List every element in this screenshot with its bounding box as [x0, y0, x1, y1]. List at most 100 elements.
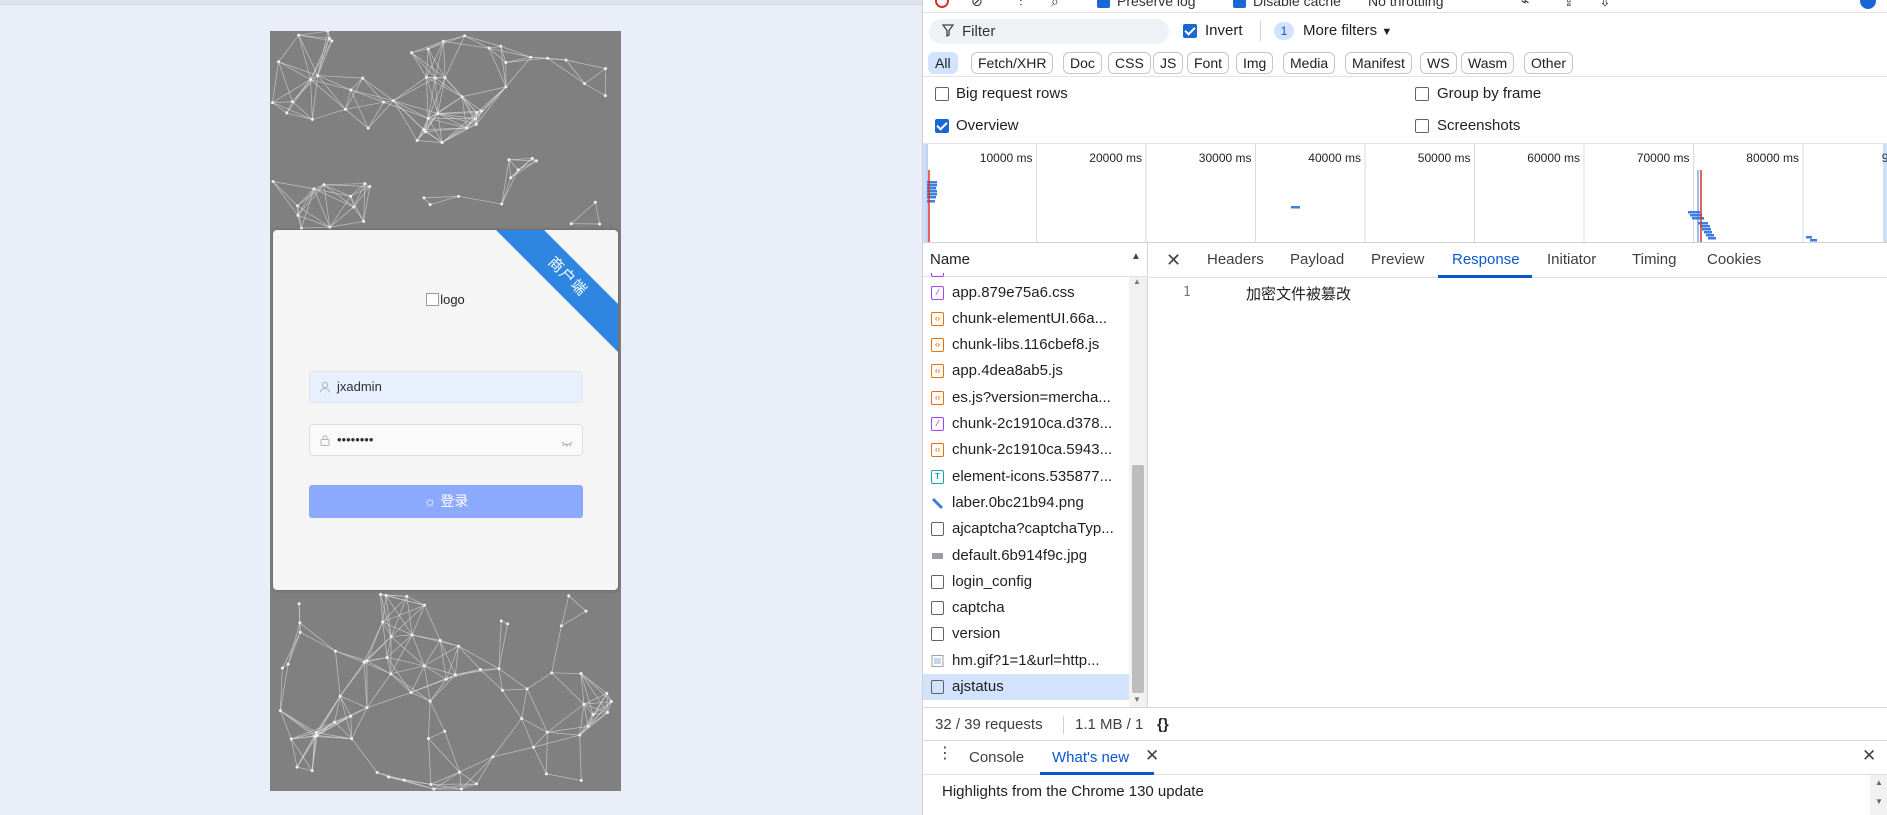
request-row[interactable]: ‹› es.js?version=mercha...	[923, 385, 1129, 411]
type-filter-js[interactable]: JS	[1153, 52, 1184, 74]
whats-new-headline: Highlights from the Chrome 130 update	[942, 783, 1204, 800]
broken-image-icon	[426, 293, 440, 306]
drawer-scrollbar[interactable]: ▲ ▼	[1870, 775, 1887, 815]
export-har-icon[interactable]: ⇩	[1599, 0, 1611, 10]
search-icon[interactable]: ⌕	[1051, 0, 1059, 10]
tab-console[interactable]: Console	[969, 749, 1024, 766]
request-row[interactable]: version	[923, 621, 1129, 647]
import-har-icon[interactable]: ⇪	[1563, 0, 1575, 10]
request-name: login_config	[952, 572, 1033, 590]
throttling-select[interactable]: No throttling	[1368, 0, 1443, 9]
more-tabs-icon[interactable]: ⋮	[937, 746, 953, 762]
request-row[interactable]: ‹› chunk-elementUI.66a...	[923, 306, 1129, 332]
type-filter-ws[interactable]: WS	[1420, 52, 1457, 74]
tab-initiator[interactable]: Initiator	[1547, 251, 1596, 268]
big-request-rows-checkbox[interactable]	[935, 87, 949, 101]
name-column-label: Name	[930, 251, 971, 268]
overview-checkbox[interactable]	[935, 119, 949, 133]
scrollbar-thumb[interactable]	[1132, 465, 1144, 693]
script-icon: ‹›	[931, 338, 944, 353]
filter-toggle-icon[interactable]: ⫶	[1019, 0, 1023, 10]
stylesheet-icon: ⁄	[931, 285, 944, 300]
close-drawer-icon[interactable]: ✕	[1862, 746, 1876, 766]
network-conditions-icon[interactable]: ⌁	[1521, 0, 1529, 10]
request-list: Name ▲ ⁄ app.879e75a6.css ‹› chunk-elementU…	[923, 243, 1148, 707]
group-by-frame-label: Group by frame	[1437, 85, 1542, 102]
filter-input[interactable]: Filter	[929, 19, 1169, 44]
request-name: app.879e75a6.css	[952, 283, 1075, 301]
record-icon[interactable]	[935, 0, 949, 8]
timeline-overview[interactable]: 10000 ms 20000 ms 30000 ms 40000 ms 50000 ms…	[923, 144, 1887, 243]
eye-closed-icon[interactable]	[561, 435, 573, 447]
timeline-request-bar	[1698, 222, 1708, 225]
preserve-log-checkbox[interactable]	[1097, 0, 1110, 8]
scroll-up-icon[interactable]: ▲	[1875, 778, 1883, 787]
request-row[interactable]: ajcaptcha?captchaTyp...	[923, 516, 1129, 542]
settings-gear-icon[interactable]	[1860, 0, 1876, 9]
request-row[interactable]: hm.gif?1=1&url=http...	[923, 648, 1129, 674]
invert-checkbox[interactable]	[1183, 24, 1197, 38]
funnel-icon	[941, 24, 955, 40]
login-button[interactable]: ☼ 登录	[309, 485, 583, 518]
overview-handle-right	[1883, 144, 1887, 242]
big-request-rows-label: Big request rows	[956, 85, 1068, 102]
tab-payload[interactable]: Payload	[1290, 251, 1344, 268]
tab-response[interactable]: Response	[1452, 251, 1520, 268]
overview-handle-left	[923, 144, 928, 242]
tab-preview[interactable]: Preview	[1371, 251, 1424, 268]
pretty-print-icon[interactable]: {}	[1157, 716, 1169, 733]
network-status-bar: 32 / 39 requests 1.1 MB / 1 {}	[923, 707, 1887, 741]
request-row[interactable]: ajstatus	[923, 674, 1129, 700]
request-row[interactable]: ‹› chunk-2c1910ca.5943...	[923, 437, 1129, 463]
type-filter-media[interactable]: Media	[1283, 52, 1336, 74]
type-filter-all[interactable]: All	[928, 52, 958, 74]
scroll-up-icon[interactable]: ▲	[1133, 277, 1141, 286]
tab-cookies[interactable]: Cookies	[1707, 251, 1761, 268]
type-filter-css[interactable]: CSS	[1108, 52, 1151, 74]
tab-timing[interactable]: Timing	[1632, 251, 1676, 268]
request-row[interactable]: ‹› app.4dea8ab5.js	[923, 358, 1129, 384]
invert-label: Invert	[1205, 22, 1243, 39]
request-row[interactable]: login_config	[923, 569, 1129, 595]
response-viewer[interactable]: 1 加密文件被篡改	[1149, 278, 1887, 707]
scroll-down-icon[interactable]: ▼	[1133, 695, 1141, 704]
username-input[interactable]: jxadmin	[309, 371, 583, 403]
type-filter-fetch-xhr[interactable]: Fetch/XHR	[971, 52, 1054, 74]
request-count: 32 / 39 requests	[935, 716, 1043, 733]
tab-headers[interactable]: Headers	[1207, 251, 1264, 268]
type-filter-other[interactable]: Other	[1524, 52, 1574, 74]
password-input[interactable]: ••••••••	[309, 424, 583, 456]
login-card: 商户端 logo jxadmin •••••••• ☼ 登录	[273, 230, 618, 590]
request-row[interactable]: captcha	[923, 595, 1129, 621]
request-row[interactable]: Telement-icons.535877...	[923, 464, 1129, 490]
document-icon	[931, 601, 944, 616]
screenshots-checkbox[interactable]	[1415, 119, 1429, 133]
type-filter-wasm[interactable]: Wasm	[1461, 52, 1515, 74]
timeline-tick-label: 80000 ms	[1746, 151, 1799, 165]
close-tab-icon[interactable]: ✕	[1145, 746, 1159, 766]
request-row[interactable]: ‹› chunk-libs.116cbef8.js	[923, 332, 1129, 358]
request-row[interactable]: ⁄ app.879e75a6.css	[923, 280, 1129, 306]
page-viewport: 商户端 logo jxadmin •••••••• ☼ 登录	[0, 0, 922, 815]
type-filter-doc[interactable]: Doc	[1063, 52, 1102, 74]
disable-cache-checkbox[interactable]	[1233, 0, 1246, 8]
type-filter-img[interactable]: Img	[1236, 52, 1274, 74]
type-filter-manifest[interactable]: Manifest	[1345, 52, 1412, 74]
scroll-down-icon[interactable]: ▼	[1875, 797, 1883, 806]
request-row[interactable]: default.6b914f9c.jpg	[923, 543, 1129, 569]
more-filters-label: More filters	[1303, 22, 1378, 39]
image-thumbnail-icon	[931, 654, 944, 668]
timeline-request-bar	[1806, 236, 1812, 239]
clear-icon[interactable]: ⊘	[971, 0, 983, 10]
request-row[interactable]: laber.0bc21b94.png	[923, 490, 1129, 516]
request-name: ajcaptcha?captchaTyp...	[952, 520, 1114, 538]
more-filters-dropdown[interactable]: More filters ▼	[1303, 22, 1392, 39]
group-by-frame-checkbox[interactable]	[1415, 87, 1429, 101]
close-details-icon[interactable]: ✕	[1166, 250, 1181, 271]
request-list-scrollbar[interactable]: ▲ ▼	[1129, 277, 1147, 707]
request-row[interactable]: ⁄ chunk-2c1910ca.d378...	[923, 411, 1129, 437]
type-filter-font[interactable]: Font	[1187, 52, 1230, 74]
viewport-top-strip	[0, 0, 922, 5]
name-column-header[interactable]: Name ▲	[923, 243, 1147, 277]
tab-whats-new[interactable]: What's new	[1052, 749, 1129, 766]
